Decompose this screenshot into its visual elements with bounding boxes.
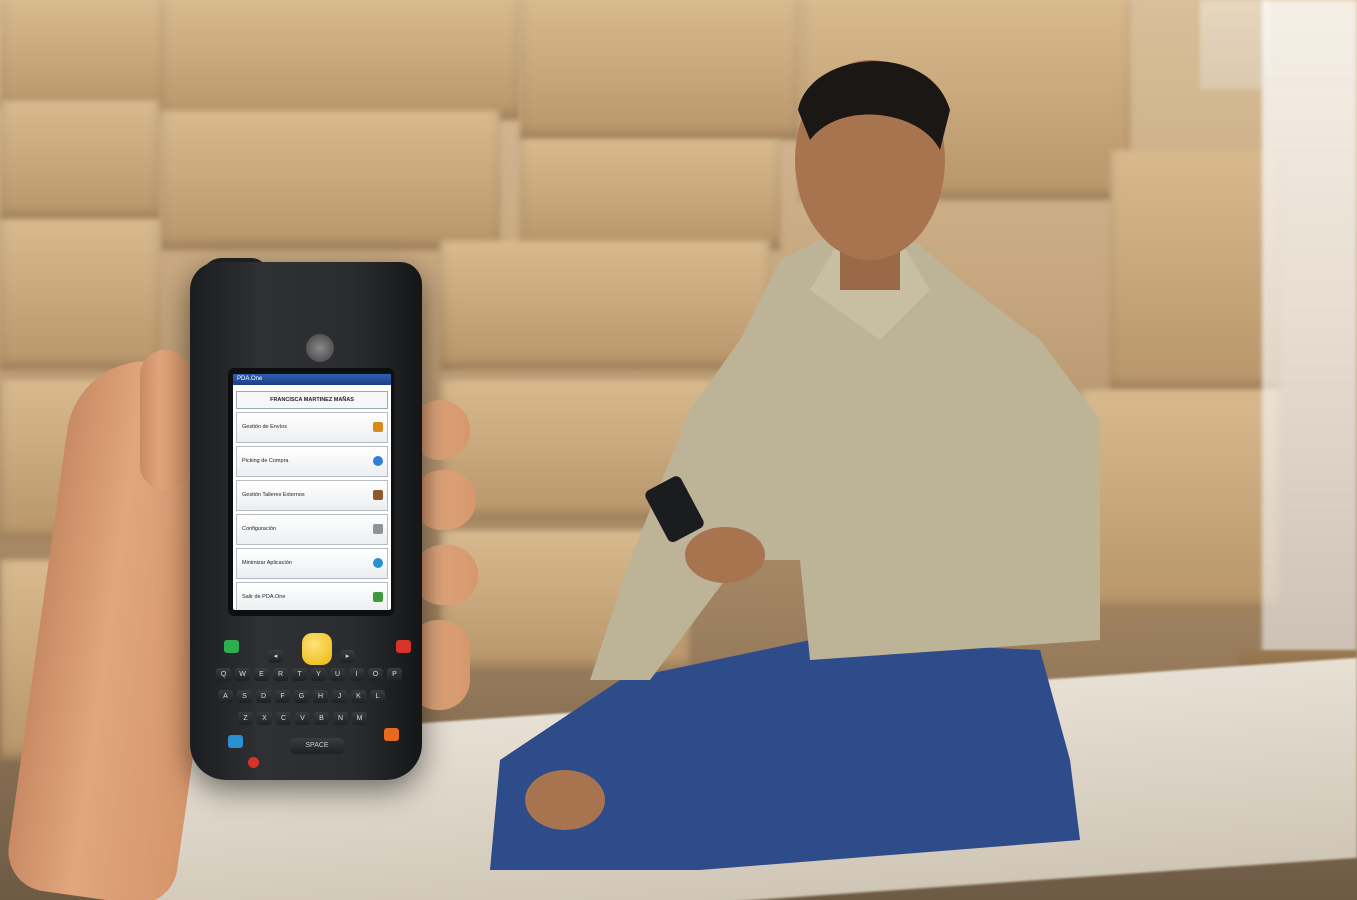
key-x[interactable]: X <box>257 712 272 725</box>
nav-left-key[interactable]: ◂ <box>268 650 283 663</box>
menu-item-minimizar[interactable]: Minimizar Aplicación <box>236 548 388 579</box>
truck-icon <box>373 422 383 432</box>
cardboard-box <box>160 110 500 250</box>
key-y[interactable]: Y <box>311 668 326 681</box>
key-u[interactable]: U <box>330 668 345 681</box>
key-h[interactable]: H <box>313 690 328 703</box>
worker-pants <box>490 640 1080 870</box>
wrench-icon <box>373 524 383 534</box>
user-name: FRANCISCA MARTINEZ MAÑAS <box>236 391 388 409</box>
globe-icon <box>373 558 383 568</box>
key-t[interactable]: T <box>292 668 307 681</box>
key-i[interactable]: I <box>349 668 364 681</box>
key-z[interactable]: Z <box>238 712 253 725</box>
key-b[interactable]: B <box>314 712 329 725</box>
key-d[interactable]: D <box>256 690 271 703</box>
key-m[interactable]: M <box>352 712 367 725</box>
key-q[interactable]: Q <box>216 668 231 681</box>
hand-thumb <box>140 350 190 490</box>
menu-item-label: Gestión Talleres Externos <box>242 492 305 498</box>
key-k[interactable]: K <box>351 690 366 703</box>
blue-function-key[interactable] <box>228 735 243 748</box>
orange-function-key[interactable] <box>384 728 399 741</box>
cardboard-box <box>0 100 160 220</box>
key-a[interactable]: A <box>218 690 233 703</box>
menu-item-label: Configuración <box>242 526 276 532</box>
key-c[interactable]: C <box>276 712 291 725</box>
menu-item-label: Salir de PDA.One <box>242 594 286 600</box>
key-j[interactable]: J <box>332 690 347 703</box>
info-icon <box>373 456 383 466</box>
cardboard-box <box>160 0 520 120</box>
menu-item-label: Gestión de Envíos <box>242 424 287 430</box>
worker-figure <box>490 60 1100 870</box>
key-v[interactable]: V <box>295 712 310 725</box>
menu-item-salir[interactable]: Salir de PDA.One <box>236 582 388 610</box>
brand-logo <box>306 334 334 362</box>
menu-item-label: Picking de Compra <box>242 458 289 464</box>
app-title: PDA.One <box>233 374 391 385</box>
cardboard-box <box>0 220 160 370</box>
key-s[interactable]: S <box>237 690 252 703</box>
shrink-wrap <box>1262 0 1357 720</box>
menu-item-configuracion[interactable]: Configuración <box>236 514 388 545</box>
key-w[interactable]: W <box>235 668 250 681</box>
menu-item-talleres-externos[interactable]: Gestión Talleres Externos <box>236 480 388 511</box>
workshop-icon <box>373 490 383 500</box>
key-r[interactable]: R <box>273 668 288 681</box>
space-key[interactable]: SPACE <box>290 738 344 754</box>
power-key[interactable] <box>248 757 259 768</box>
key-g[interactable]: G <box>294 690 309 703</box>
key-p[interactable]: P <box>387 668 402 681</box>
call-key[interactable] <box>224 640 239 653</box>
key-e[interactable]: E <box>254 668 269 681</box>
key-n[interactable]: N <box>333 712 348 725</box>
key-f[interactable]: F <box>275 690 290 703</box>
scan-trigger-button[interactable] <box>302 633 332 665</box>
key-l[interactable]: L <box>370 690 385 703</box>
menu-item-gestion-envios[interactable]: Gestión de Envíos <box>236 412 388 443</box>
key-o[interactable]: O <box>368 668 383 681</box>
end-key[interactable] <box>396 640 411 653</box>
nav-right-key[interactable]: ▸ <box>340 650 355 663</box>
menu-item-picking-compra[interactable]: Picking de Compra <box>236 446 388 477</box>
shrink-wrap <box>1200 0 1270 90</box>
device-screen: PDA.One FRANCISCA MARTINEZ MAÑAS Gestión… <box>233 374 391 610</box>
cardboard-box <box>0 0 170 110</box>
exit-icon <box>373 592 383 602</box>
menu-item-label: Minimizar Aplicación <box>242 560 292 566</box>
